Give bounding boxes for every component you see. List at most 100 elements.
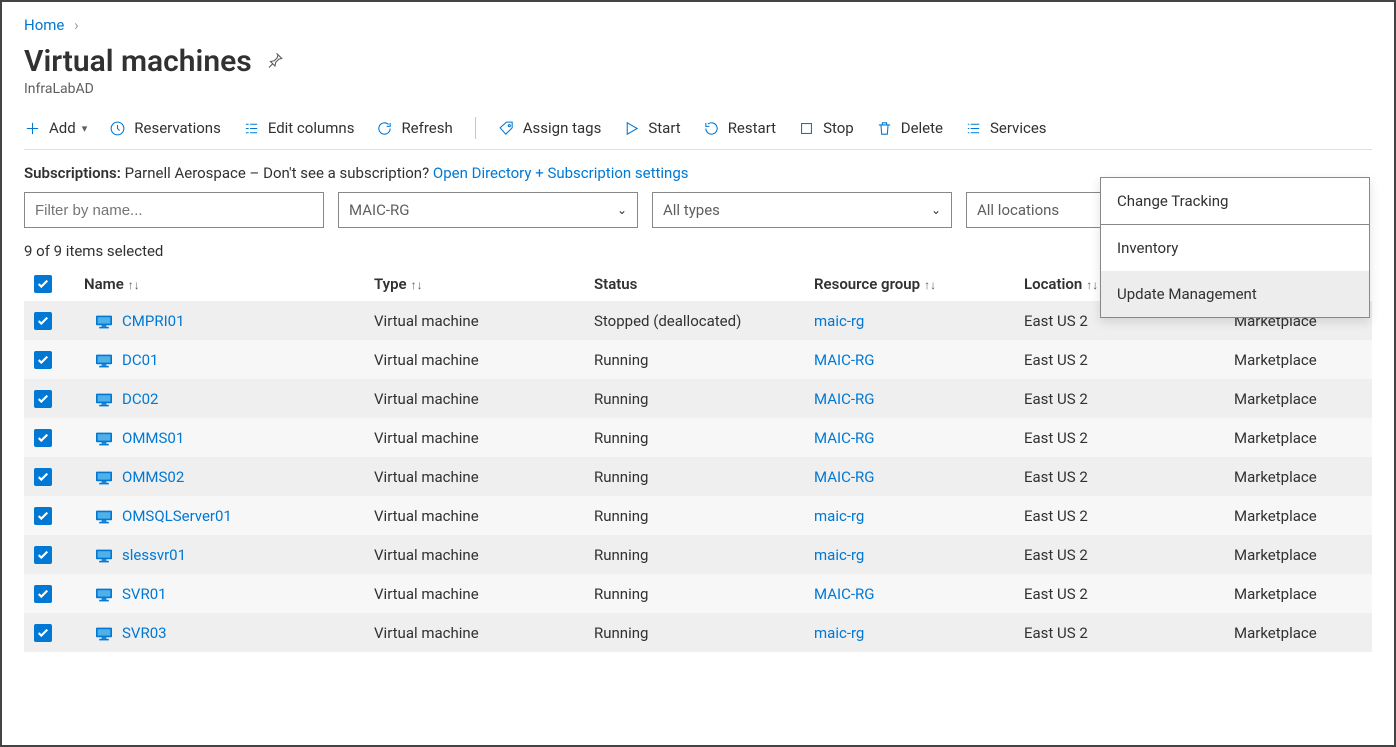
chevron-right-icon: ›: [74, 16, 79, 34]
row-checkbox[interactable]: [34, 468, 52, 486]
resource-group-link[interactable]: maic-rg: [814, 312, 864, 330]
sort-icon: ↑↓: [1086, 278, 1098, 292]
vm-icon: [94, 431, 114, 447]
cell-location: East US 2: [1014, 340, 1224, 379]
refresh-button[interactable]: Refresh: [376, 119, 452, 137]
col-header-status[interactable]: Status: [584, 266, 804, 301]
table-row[interactable]: slessvr01 Virtual machineRunning maic-rg Ea…: [24, 535, 1372, 574]
cell-status: Stopped (deallocated): [584, 301, 804, 340]
vm-name-link[interactable]: OMMS01: [122, 429, 184, 447]
cell-source: Marketplace: [1224, 379, 1372, 418]
reservations-button[interactable]: Reservations: [109, 119, 221, 137]
resource-group-link[interactable]: MAIC-RG: [814, 390, 874, 408]
services-update-management[interactable]: Update Management: [1101, 271, 1369, 317]
table-row[interactable]: OMMS02Virtual machineRunningMAIC-RGEast …: [24, 457, 1372, 496]
vm-name-link[interactable]: DC02: [122, 390, 158, 408]
services-label: Services: [990, 119, 1047, 137]
cell-location: East US 2: [1014, 379, 1224, 418]
add-label: Add: [49, 119, 76, 137]
col-header-name[interactable]: Name↑↓: [74, 266, 364, 301]
cell-type: Virtual machine: [364, 418, 584, 457]
add-button[interactable]: Add ▾: [24, 119, 87, 137]
select-all-checkbox[interactable]: [34, 275, 52, 293]
cell-source: Marketplace: [1224, 418, 1372, 457]
cell-type: Virtual machine: [364, 613, 584, 652]
cell-location: East US 2: [1014, 535, 1224, 574]
vm-icon: [94, 626, 114, 642]
start-button[interactable]: Start: [623, 119, 680, 137]
row-checkbox[interactable]: [34, 390, 52, 408]
assign-tags-label: Assign tags: [523, 119, 602, 137]
resource-group-link[interactable]: maic-rg: [814, 507, 864, 525]
resource-group-link[interactable]: MAIC-RG: [814, 351, 874, 369]
filter-name-input[interactable]: [24, 192, 324, 228]
breadcrumb-home[interactable]: Home: [24, 16, 64, 34]
vm-icon: [94, 509, 114, 525]
cell-source: Marketplace: [1224, 496, 1372, 535]
refresh-label: Refresh: [401, 119, 452, 137]
col-header-resource-group[interactable]: Resource group↑↓: [804, 266, 1014, 301]
delete-button[interactable]: Delete: [876, 119, 943, 137]
row-checkbox[interactable]: [34, 312, 52, 330]
vm-name-link[interactable]: slessvr01: [122, 546, 186, 564]
row-checkbox[interactable]: [34, 585, 52, 603]
table-row[interactable]: OMSQLServer01Virtual machineRunningmaic-…: [24, 496, 1372, 535]
col-header-type[interactable]: Type↑↓: [364, 266, 584, 301]
services-dropdown: Change Tracking Inventory Update Managem…: [1100, 177, 1370, 318]
cell-source: Marketplace: [1224, 535, 1372, 574]
filter-locations[interactable]: All locations: [966, 192, 1106, 228]
table-row[interactable]: DC02Virtual machineRunningMAIC-RGEast US…: [24, 379, 1372, 418]
vm-name-link[interactable]: OMMS02: [122, 468, 184, 486]
chevron-down-icon: ⌄: [931, 203, 941, 217]
sort-icon: ↑↓: [128, 278, 140, 292]
filter-resource-group[interactable]: MAIC-RG ⌄: [338, 192, 638, 228]
open-directory-link[interactable]: Open Directory + Subscription settings: [433, 164, 689, 182]
resource-group-link[interactable]: maic-rg: [814, 546, 864, 564]
row-checkbox[interactable]: [34, 507, 52, 525]
table-row[interactable]: OMMS01Virtual machineRunningMAIC-RGEast …: [24, 418, 1372, 457]
resource-group-link[interactable]: MAIC-RG: [814, 585, 874, 603]
restart-button[interactable]: Restart: [703, 119, 776, 137]
assign-tags-button[interactable]: Assign tags: [498, 119, 602, 137]
resource-group-link[interactable]: maic-rg: [814, 624, 864, 642]
vm-name-link[interactable]: OMSQLServer01: [122, 507, 232, 525]
breadcrumb: Home ›: [24, 16, 1372, 34]
resource-group-link[interactable]: MAIC-RG: [814, 429, 874, 447]
vm-name-link[interactable]: CMPRI01: [122, 312, 185, 330]
cell-source: Marketplace: [1224, 574, 1372, 613]
vm-icon: [94, 587, 114, 603]
cell-status: Running: [584, 457, 804, 496]
restart-label: Restart: [728, 119, 776, 137]
services-change-tracking[interactable]: Change Tracking: [1101, 178, 1369, 225]
cell-type: Virtual machine: [364, 535, 584, 574]
subscriptions-text: Parnell Aerospace – Don't see a subscrip…: [125, 164, 430, 182]
services-button[interactable]: Services: [965, 119, 1047, 137]
cell-status: Running: [584, 418, 804, 457]
cell-source: Marketplace: [1224, 613, 1372, 652]
chevron-down-icon: ▾: [82, 122, 88, 135]
vm-name-link[interactable]: DC01: [122, 351, 158, 369]
stop-label: Stop: [823, 119, 854, 137]
cell-status: Running: [584, 535, 804, 574]
row-checkbox[interactable]: [34, 429, 52, 447]
stop-button[interactable]: Stop: [798, 119, 854, 137]
edit-columns-button[interactable]: Edit columns: [243, 119, 355, 137]
filter-types[interactable]: All types ⌄: [652, 192, 952, 228]
pin-icon[interactable]: [266, 51, 284, 73]
row-checkbox[interactable]: [34, 546, 52, 564]
table-row[interactable]: DC01Virtual machineRunningMAIC-RGEast US…: [24, 340, 1372, 379]
resource-group-link[interactable]: MAIC-RG: [814, 468, 874, 486]
services-inventory[interactable]: Inventory: [1101, 225, 1369, 271]
vm-name-link[interactable]: SVR03: [122, 624, 167, 642]
cell-type: Virtual machine: [364, 574, 584, 613]
table-row[interactable]: SVR01Virtual machineRunningMAIC-RGEast U…: [24, 574, 1372, 613]
subscriptions-label: Subscriptions:: [24, 164, 121, 182]
row-checkbox[interactable]: [34, 351, 52, 369]
cell-location: East US 2: [1014, 457, 1224, 496]
table-row[interactable]: SVR03Virtual machineRunningmaic-rgEast U…: [24, 613, 1372, 652]
vm-name-link[interactable]: SVR01: [122, 585, 167, 603]
vm-icon: [94, 353, 114, 369]
row-checkbox[interactable]: [34, 624, 52, 642]
cell-status: Running: [584, 379, 804, 418]
sort-icon: ↑↓: [411, 278, 423, 292]
